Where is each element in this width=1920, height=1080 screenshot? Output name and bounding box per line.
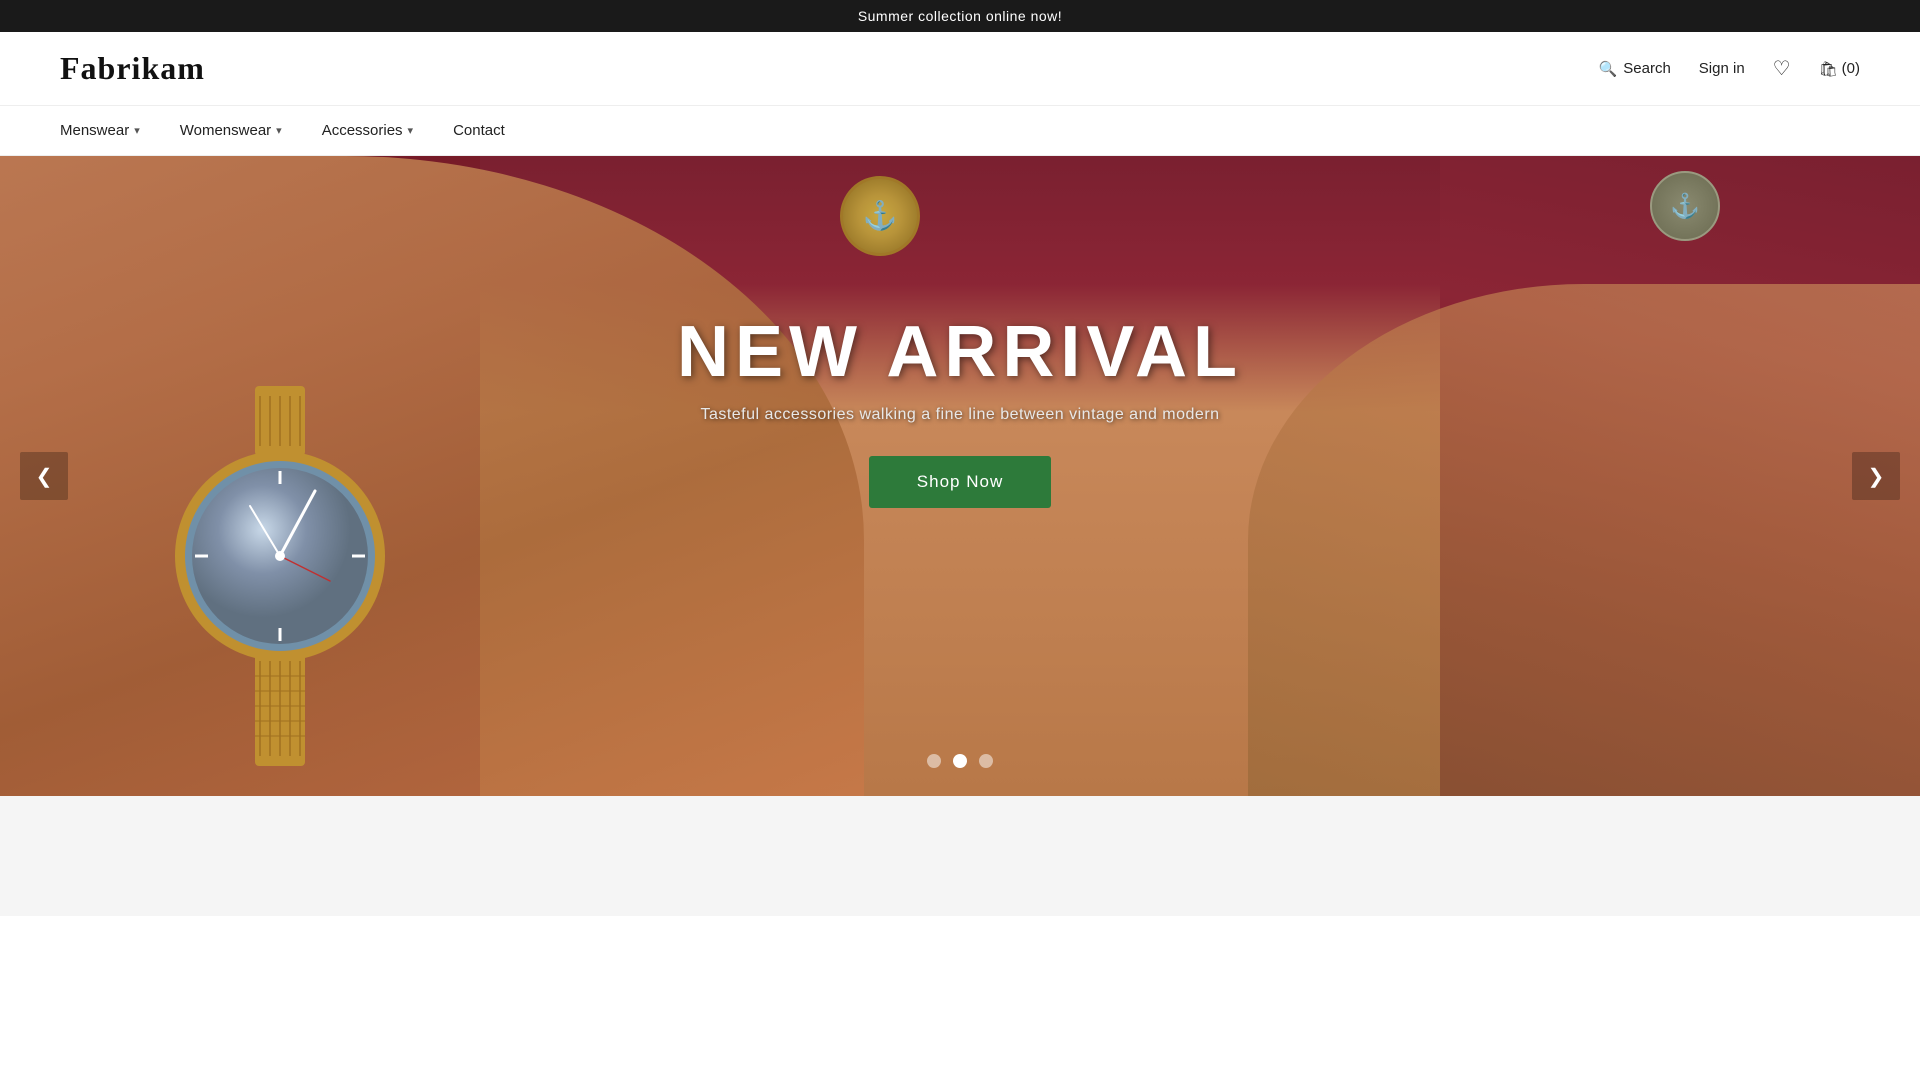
- chevron-down-icon: ▾: [134, 124, 140, 137]
- below-hero-section: [0, 796, 1920, 916]
- search-button[interactable]: 🔍 Search: [1599, 60, 1671, 78]
- hero-content: NEW ARRIVAL Tasteful accessories walking…: [0, 156, 1920, 796]
- announcement-text: Summer collection online now!: [858, 8, 1062, 24]
- site-header: Fabrikam 🔍 Search Sign in ♡ 🛍 (0): [0, 32, 1920, 106]
- search-label: Search: [1623, 60, 1671, 77]
- nav-contact[interactable]: Contact: [453, 122, 505, 139]
- nav-accessories-label: Accessories: [322, 122, 403, 139]
- nav-menswear[interactable]: Menswear ▾: [60, 122, 140, 139]
- announcement-bar: Summer collection online now!: [0, 0, 1920, 32]
- nav-womenswear-label: Womenswear: [180, 122, 271, 139]
- carousel-dot-2[interactable]: [953, 754, 967, 768]
- site-logo[interactable]: Fabrikam: [60, 50, 205, 87]
- nav-menswear-label: Menswear: [60, 122, 129, 139]
- search-icon: 🔍: [1599, 60, 1618, 78]
- cart-button[interactable]: 🛍 (0): [1819, 60, 1860, 78]
- cart-count: (0): [1842, 60, 1860, 77]
- chevron-down-icon: ▾: [276, 124, 282, 137]
- cart-icon: 🛍: [1819, 60, 1838, 78]
- chevron-down-icon: ▾: [408, 124, 414, 137]
- hero-subtitle: Tasteful accessories walking a fine line…: [700, 406, 1219, 424]
- carousel-dot-1[interactable]: [927, 754, 941, 768]
- hero-title: NEW ARRIVAL: [677, 316, 1243, 388]
- nav-accessories[interactable]: Accessories ▾: [322, 122, 413, 139]
- carousel-dot-3[interactable]: [979, 754, 993, 768]
- carousel-prev-button[interactable]: ❮: [20, 452, 68, 500]
- nav-womenswear[interactable]: Womenswear ▾: [180, 122, 282, 139]
- main-nav: Menswear ▾ Womenswear ▾ Accessories ▾ Co…: [0, 106, 1920, 156]
- carousel-dots: [927, 754, 993, 768]
- carousel-next-button[interactable]: ❯: [1852, 452, 1900, 500]
- nav-contact-label: Contact: [453, 122, 505, 139]
- header-actions: 🔍 Search Sign in ♡ 🛍 (0): [1599, 56, 1860, 81]
- shop-now-button[interactable]: Shop Now: [869, 456, 1051, 508]
- heart-icon: ♡: [1773, 58, 1791, 80]
- hero-section: NEW ARRIVAL Tasteful accessories walking…: [0, 156, 1920, 796]
- signin-button[interactable]: Sign in: [1699, 60, 1745, 77]
- wishlist-button[interactable]: ♡: [1773, 56, 1791, 81]
